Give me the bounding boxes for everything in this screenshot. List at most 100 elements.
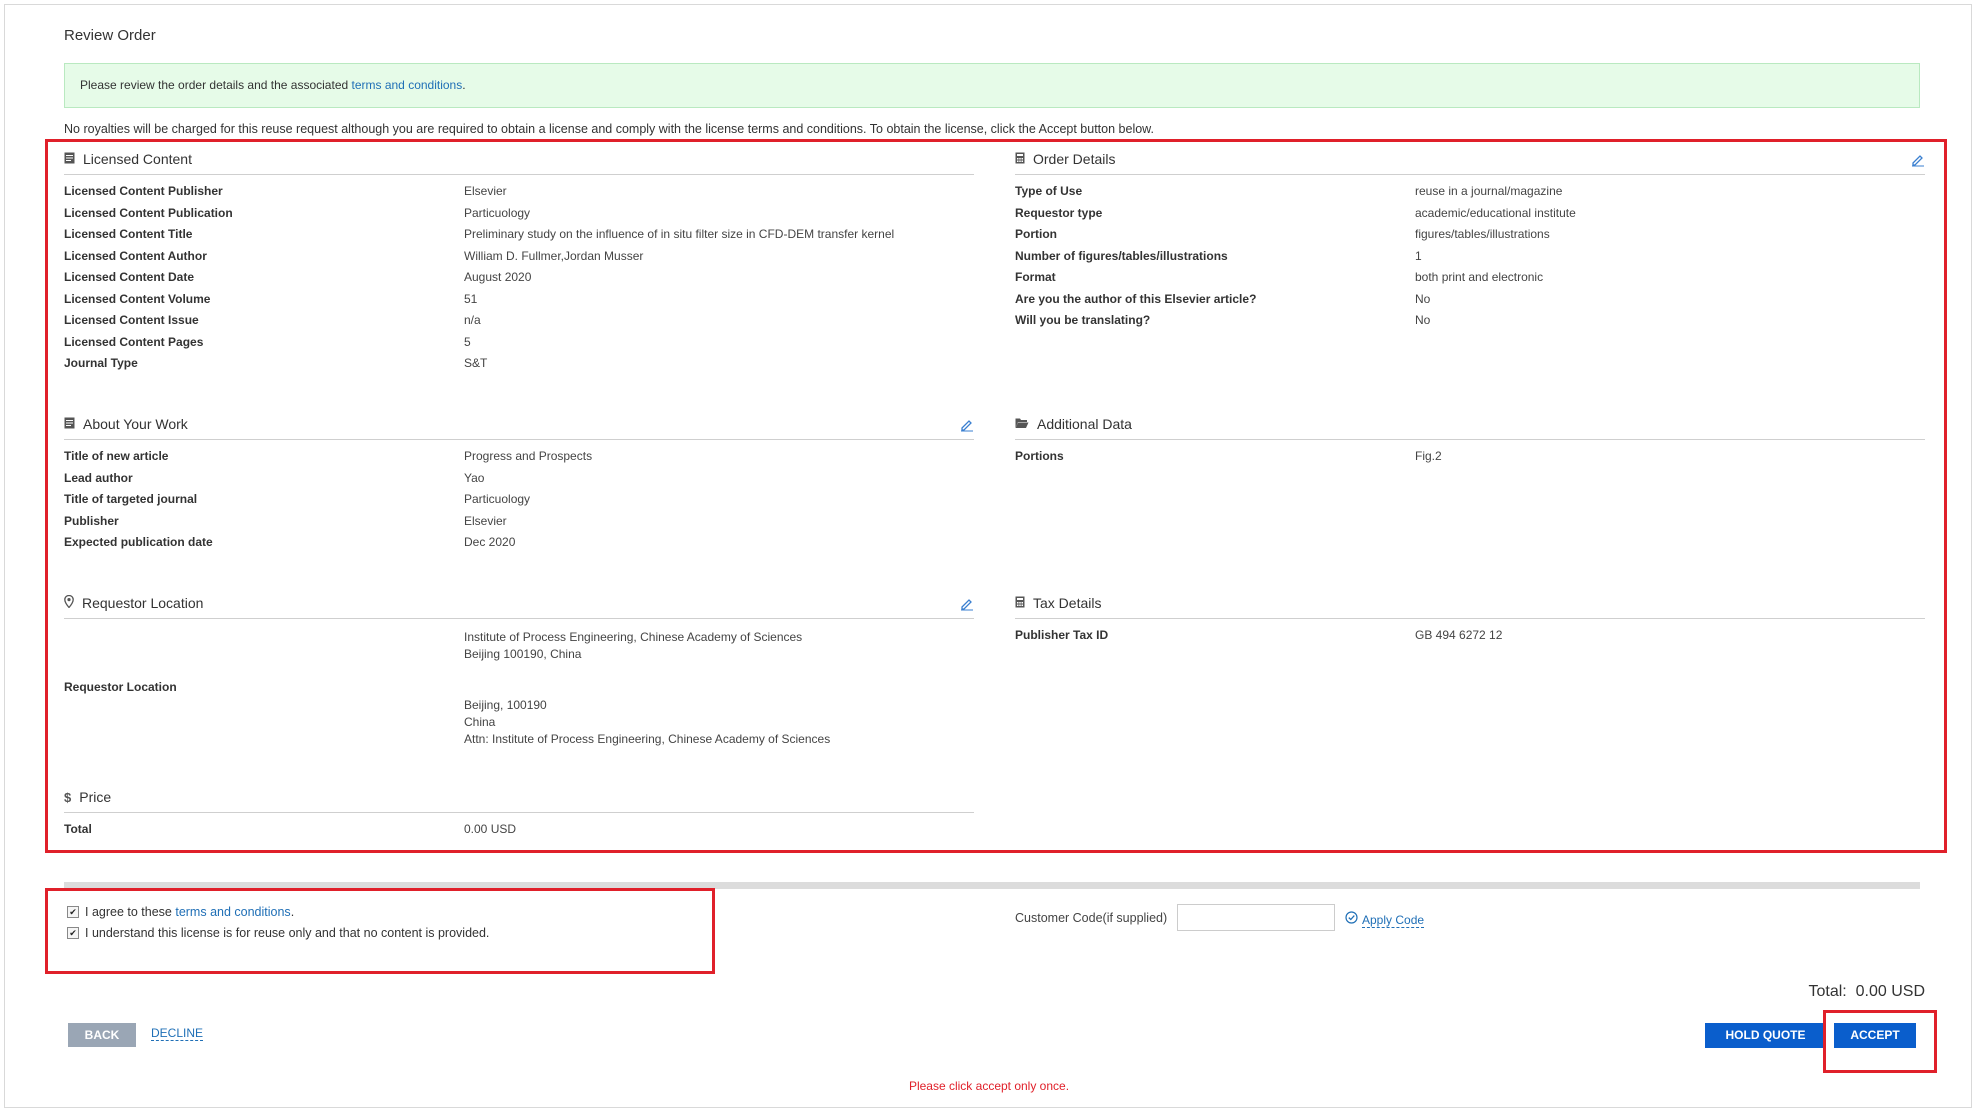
edit-icon[interactable] (960, 597, 974, 614)
understand-license-label: I understand this license is for reuse o… (85, 926, 490, 940)
requestor-location-label: Requestor Location (64, 680, 177, 694)
detail-row: Licensed Content Author William D. Fullme… (64, 249, 974, 271)
notice-banner: Please review the order details and the … (64, 63, 1920, 108)
agree-terms-checkbox[interactable]: ✔ (67, 906, 79, 918)
detail-row: Publisher Elsevier (64, 514, 974, 536)
detail-value: Yao (464, 470, 485, 485)
check-circle-icon (1345, 911, 1358, 929)
detail-row: Licensed Content Title Preliminary study … (64, 227, 974, 249)
detail-row: Title of targeted journal Particuology (64, 492, 974, 514)
detail-value: Dec 2020 (464, 535, 516, 549)
price-section: $ Price Total 0.00 USD (64, 789, 974, 844)
agree-terms-link[interactable]: terms and conditions (175, 905, 290, 919)
back-button[interactable]: BACK (68, 1023, 136, 1047)
detail-label: Licensed Content Volume (64, 291, 211, 306)
detail-label: Expected publication date (64, 535, 213, 549)
detail-value: GB 494 6272 12 (1415, 628, 1503, 642)
detail-value: No (1415, 313, 1431, 327)
detail-label: Requestor type (1015, 205, 1103, 220)
detail-row: Licensed Content Volume 51 (64, 292, 974, 314)
detail-row: Type of Use reuse in a journal/magazine (1015, 184, 1925, 206)
detail-label: Title of new article (64, 449, 169, 463)
accept-once-warning: Please click accept only once. (908, 1079, 1070, 1093)
detail-value: No (1415, 291, 1431, 306)
detail-label: Title of targeted journal (64, 492, 198, 506)
detail-row: Are you the author of this Elsevier arti… (1015, 292, 1925, 314)
detail-value: Fig.2 (1415, 449, 1442, 463)
detail-row: Licensed Content Publication Particuology (64, 206, 974, 228)
customer-code-label: Customer Code(if supplied) (1015, 911, 1168, 925)
detail-value: Particuology (464, 492, 531, 506)
detail-row: Licensed Content Pages 5 (64, 335, 974, 357)
detail-label: Licensed Content Pages (64, 334, 204, 349)
order-details-title: Order Details (1033, 151, 1116, 167)
detail-row: Title of new article Progress and Prospec… (64, 449, 974, 471)
detail-row: Licensed Content Issue n/a (64, 313, 974, 335)
order-total: Total: 0.00 USD (1808, 983, 1926, 1000)
detail-row: Expected publication date Dec 2020 (64, 535, 974, 557)
detail-value: Elsevier (464, 184, 507, 198)
document-icon (64, 416, 75, 432)
document-icon (64, 151, 75, 167)
accept-button[interactable]: ACCEPT (1834, 1023, 1916, 1048)
detail-row: Number of figures/tables/illustrations 1 (1015, 249, 1925, 271)
detail-value: 51 (464, 291, 478, 306)
detail-value: Progress and Prospects (464, 449, 593, 463)
price-title: Price (79, 789, 112, 805)
requestor-location-title: Requestor Location (82, 595, 204, 611)
tax-details-title: Tax Details (1033, 595, 1102, 611)
detail-label: Will you be translating? (1015, 313, 1151, 327)
detail-row: Portions Fig.2 (1015, 449, 1925, 471)
notice-text: Please review the order details and the … (80, 78, 352, 92)
detail-label: Type of Use (1015, 184, 1083, 198)
detail-row: Journal Type S&T (64, 356, 974, 378)
royalty-notice: No royalties will be charged for this re… (64, 122, 1154, 136)
customer-code-input[interactable] (1177, 904, 1335, 931)
edit-icon[interactable] (960, 418, 974, 435)
calculator-icon (1015, 595, 1025, 611)
additional-data-title: Additional Data (1037, 416, 1132, 432)
agree-terms-label: I agree to these terms and conditions. (85, 905, 295, 919)
page-frame: Review Order Please review the order det… (4, 4, 1972, 1108)
detail-label: Portions (1015, 449, 1064, 463)
detail-label: Licensed Content Author (64, 248, 207, 263)
about-work-title: About Your Work (83, 416, 188, 432)
order-details-section: Order Details Type of Use reuse in a jour… (1015, 151, 1925, 335)
detail-value: Elsevier (464, 513, 507, 528)
detail-value: August 2020 (464, 270, 532, 284)
terms-link[interactable]: terms and conditions (352, 78, 463, 92)
decline-link[interactable]: DECLINE (151, 1026, 204, 1041)
detail-value: both print and electronic (1415, 270, 1544, 284)
apply-code-label: Apply Code (1362, 912, 1425, 928)
licensed-content-section: Licensed Content Licensed Content Publis… (64, 151, 974, 378)
detail-label: Journal Type (64, 356, 138, 370)
page-title: Review Order (64, 27, 156, 44)
hold-quote-button[interactable]: HOLD QUOTE (1705, 1023, 1826, 1048)
detail-row: Publisher Tax ID GB 494 6272 12 (1015, 628, 1925, 650)
detail-value: 0.00 USD (464, 822, 517, 836)
requestor-location-section: Requestor Location Institute of Process … (64, 594, 974, 746)
understand-license-checkbox[interactable]: ✔ (67, 927, 79, 939)
detail-value: S&T (464, 356, 488, 370)
location-address: Institute of Process Engineering, Chines… (464, 630, 831, 746)
edit-icon[interactable] (1911, 153, 1925, 170)
detail-value: 5 (464, 334, 471, 349)
detail-row: Lead author Yao (64, 471, 974, 493)
detail-row: Requestor type academic/educational insti… (1015, 206, 1925, 228)
about-work-section: About Your Work Title of new article Prog… (64, 416, 974, 557)
tax-details-section: Tax Details Publisher Tax ID GB 494 6272 … (1015, 595, 1925, 650)
detail-value: Preliminary study on the influence of in… (464, 227, 895, 241)
detail-value: n/a (464, 313, 481, 327)
licensed-content-title: Licensed Content (83, 151, 192, 167)
apply-code-button[interactable]: Apply Code (1345, 911, 1425, 929)
folder-open-icon (1015, 416, 1029, 432)
detail-label: Licensed Content Date (64, 270, 195, 284)
detail-label: Format (1015, 270, 1056, 284)
notice-suffix: . (462, 78, 466, 92)
detail-value: William D. Fullmer,Jordan Musser (464, 248, 644, 263)
detail-label: Portion (1015, 227, 1057, 241)
detail-value: Particuology (464, 205, 531, 220)
detail-row: Licensed Content Publisher Elsevier (64, 184, 974, 206)
detail-row: Licensed Content Date August 2020 (64, 270, 974, 292)
detail-value: reuse in a journal/magazine (1415, 184, 1563, 198)
